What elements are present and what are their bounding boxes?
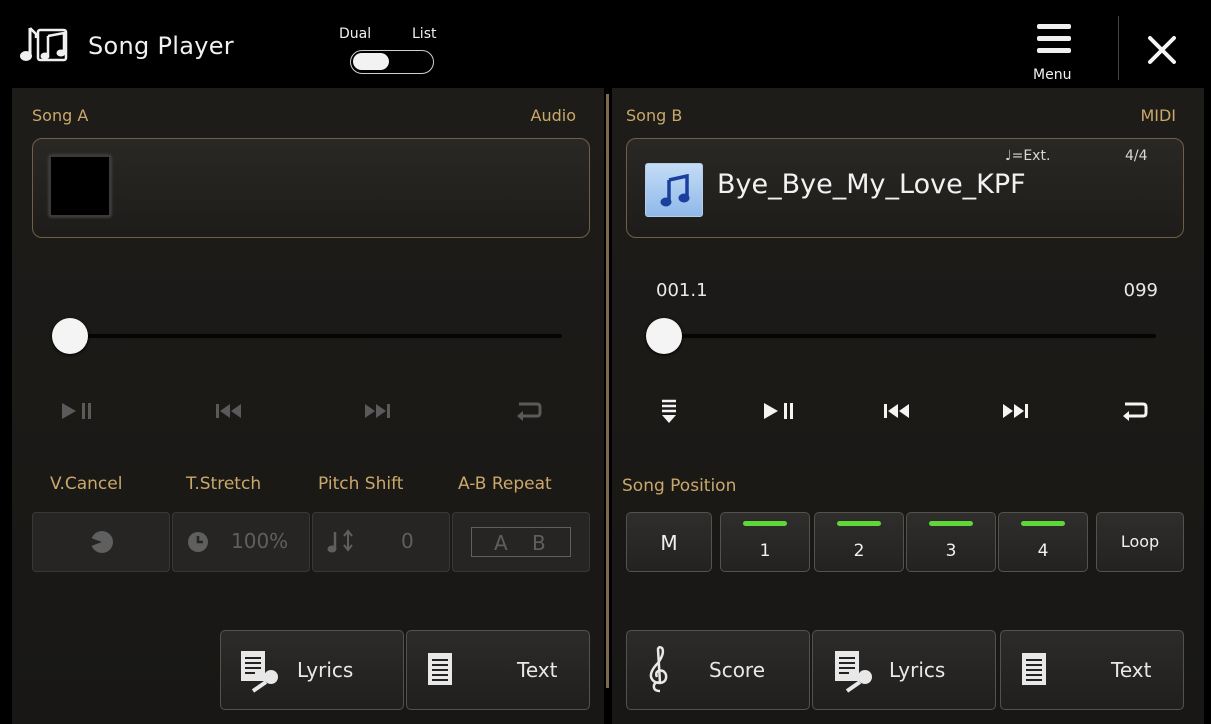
lyrics-mic-icon [241, 651, 278, 693]
score-button[interactable]: Score [626, 630, 810, 710]
song-a-progress-track[interactable] [66, 334, 562, 338]
ab-repeat-b: B [532, 531, 546, 555]
song-b-lyrics-button[interactable]: Lyrics [812, 630, 996, 710]
song-a-play-pause-button[interactable] [52, 394, 102, 428]
header-bar: Song Player Dual List Menu [0, 0, 1211, 88]
vcancel-label: V.Cancel [50, 474, 123, 494]
time-signature: 4/4 [1125, 148, 1148, 164]
song-b-progress-track[interactable] [656, 334, 1156, 338]
position-4-button[interactable]: 4 [998, 512, 1088, 572]
song-a-type: Audio [530, 106, 576, 125]
song-a-lyrics-label: Lyrics [297, 658, 354, 682]
lyrics-mic-icon [835, 651, 872, 693]
tstretch-label: T.Stretch [186, 474, 262, 494]
music-notes-icon [20, 27, 68, 62]
song-b-next-button[interactable] [990, 394, 1040, 428]
position-3-marker [929, 521, 973, 526]
position-4-marker [1021, 521, 1065, 526]
mode-label-dual: Dual [339, 26, 372, 42]
skip-previous-icon [884, 404, 909, 418]
dual-list-toggle[interactable] [350, 50, 434, 74]
menu-button[interactable]: Menu [1028, 20, 1088, 86]
pitch-note-icon [327, 529, 353, 553]
music-note-icon [660, 174, 690, 207]
mode-label-list: List [412, 26, 437, 42]
position-3-button[interactable]: 3 [906, 512, 996, 572]
song-thumbnail [645, 163, 703, 217]
song-b-name: Bye_Bye_My_Love_KPF [717, 169, 1026, 200]
song-b-text-label: Text [1111, 658, 1152, 682]
song-position-label: Song Position [622, 476, 737, 496]
skip-previous-icon [216, 404, 241, 418]
song-a-previous-button[interactable] [204, 394, 254, 428]
bar-end: 099 [1123, 280, 1158, 301]
pitch-shift-value: 0 [401, 529, 414, 553]
panel-divider [606, 94, 609, 688]
skip-next-icon [1003, 404, 1028, 418]
ab-repeat-frame: A B [471, 527, 571, 557]
text-document-icon [428, 653, 452, 685]
pitch-shift-label: Pitch Shift [318, 474, 404, 494]
song-a-panel: Song A Audio V.Cancel T.Stretch Pitch Sh… [12, 88, 604, 724]
pitch-shift-button[interactable]: 0 [312, 512, 450, 572]
song-a-selector[interactable] [32, 138, 590, 238]
position-2-marker [837, 521, 881, 526]
song-b-type: MIDI [1140, 106, 1176, 125]
play-pause-icon [764, 403, 793, 419]
voice-cancel-icon [91, 531, 113, 553]
position-m-button[interactable]: M [626, 512, 712, 572]
header-divider [1118, 16, 1119, 80]
list-down-icon [662, 399, 676, 423]
position-1-button[interactable]: 1 [720, 512, 810, 572]
treble-clef-icon [649, 645, 668, 693]
position-1-label: 1 [759, 541, 771, 561]
text-document-icon [1022, 653, 1046, 685]
position-1-marker [743, 521, 787, 526]
position-m-label: M [660, 531, 678, 555]
position-2-label: 2 [853, 541, 865, 561]
song-a-text-label: Text [517, 658, 558, 682]
vcancel-button[interactable] [32, 512, 170, 572]
position-3-label: 3 [945, 541, 957, 561]
play-pause-icon [62, 403, 91, 419]
song-a-next-button[interactable] [352, 394, 402, 428]
tempo-display: ♩=Ext. [1005, 148, 1051, 164]
song-b-progress-knob[interactable] [646, 318, 682, 354]
score-label: Score [709, 658, 766, 682]
song-b-play-pause-button[interactable] [754, 394, 804, 428]
song-b-repeat-button[interactable] [1108, 394, 1158, 428]
song-b-selector[interactable]: Bye_Bye_My_Love_KPF ♩=Ext. 4/4 [626, 138, 1184, 238]
menu-label: Menu [1033, 67, 1072, 83]
song-a-progress-knob[interactable] [52, 318, 88, 354]
tstretch-button[interactable]: 100% [172, 512, 310, 572]
close-icon[interactable] [1140, 28, 1184, 72]
skip-next-icon [365, 404, 390, 418]
position-2-button[interactable]: 2 [814, 512, 904, 572]
tstretch-value: 100% [231, 529, 289, 553]
position-4-label: 4 [1037, 541, 1049, 561]
song-b-label: Song B [626, 106, 683, 125]
empty-song-thumbnail [49, 155, 111, 217]
song-b-list-button[interactable] [644, 394, 694, 428]
song-a-repeat-button[interactable] [502, 394, 552, 428]
song-a-label: Song A [32, 106, 89, 125]
song-b-text-button[interactable]: Text [1000, 630, 1184, 710]
position-loop-button[interactable]: Loop [1096, 512, 1184, 572]
song-a-text-button[interactable]: Text [406, 630, 590, 710]
song-b-panel: Song B MIDI Bye_Bye_My_Love_KPF ♩=Ext. 4… [612, 88, 1204, 724]
song-b-lyrics-label: Lyrics [889, 658, 946, 682]
bar-position: 001.1 [656, 280, 708, 301]
ab-repeat-label: A-B Repeat [458, 474, 552, 494]
ab-repeat-button[interactable]: A B [452, 512, 590, 572]
toggle-knob [353, 53, 389, 70]
ab-repeat-a: A [494, 531, 508, 555]
repeat-icon [517, 402, 542, 421]
position-loop-label: Loop [1120, 532, 1160, 551]
clock-icon [188, 532, 208, 552]
song-b-previous-button[interactable] [872, 394, 922, 428]
song-a-lyrics-button[interactable]: Lyrics [220, 630, 404, 710]
repeat-icon [1123, 402, 1148, 421]
app-title: Song Player [88, 32, 234, 60]
